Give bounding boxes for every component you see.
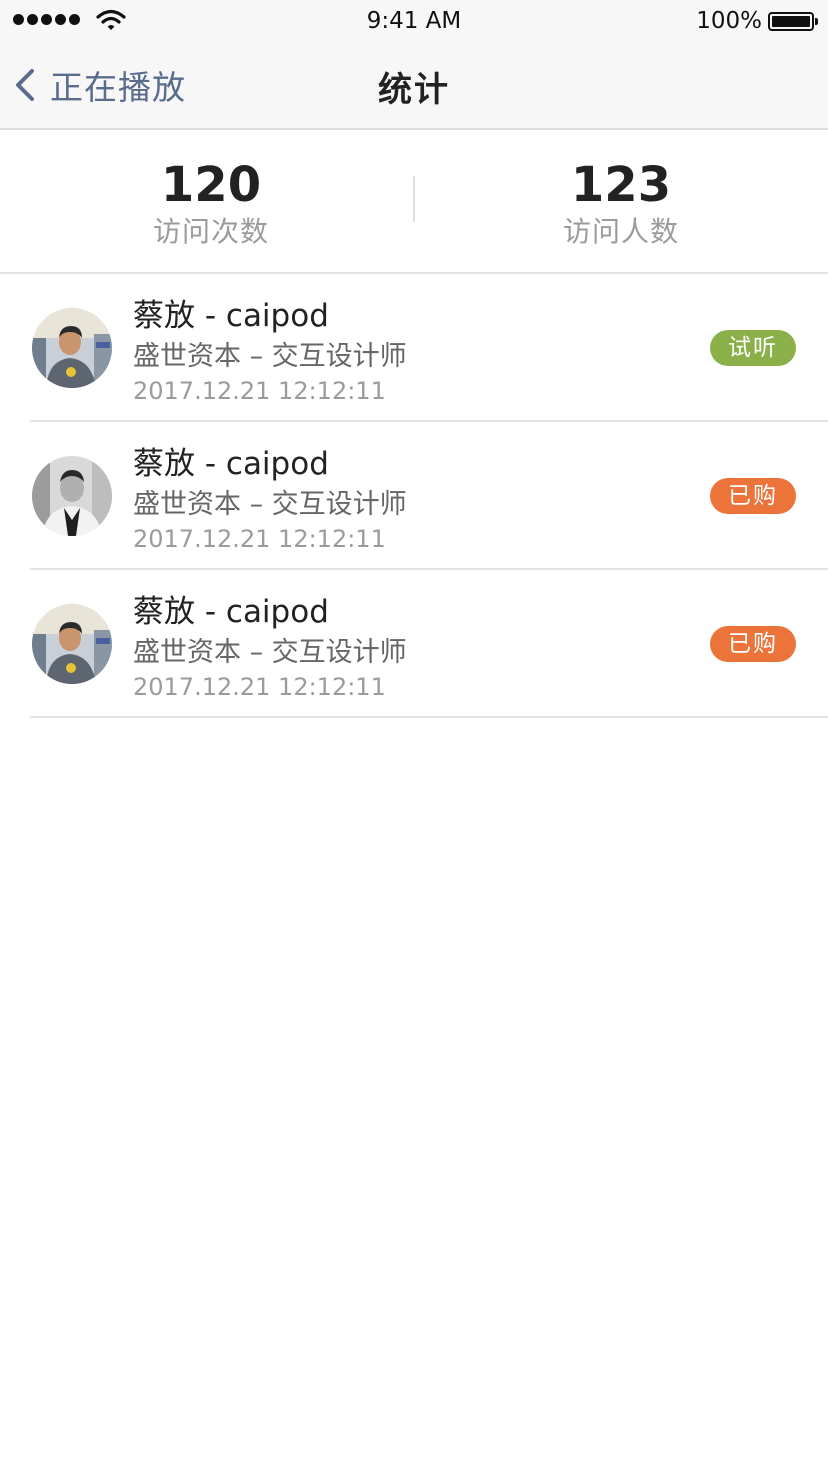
stat-visitor-count: 123 访问人数 (414, 130, 828, 274)
stat-label: 访问次数 (152, 215, 269, 248)
battery-percent: 100% (696, 8, 762, 34)
visitor-company: 盛世资本 – 交互设计师 (133, 341, 407, 372)
avatar (32, 604, 112, 684)
battery-icon (768, 12, 818, 31)
stat-label: 访问人数 (562, 215, 679, 248)
status-badge: 已购 (710, 626, 796, 662)
list-item[interactable]: 蔡放 - caipod 盛世资本 – 交互设计师 2017.12.21 12:1… (0, 422, 828, 570)
stat-visit-count: 120 访问次数 (0, 130, 414, 274)
visitor-company: 盛世资本 – 交互设计师 (133, 489, 407, 520)
visit-time: 2017.12.21 12:12:11 (133, 377, 386, 405)
page-title: 统计 (378, 70, 450, 110)
app-screen: 9:41 AM 100% 正在播放 统计 120 访问次数 123 访问人数 蔡… (0, 0, 828, 1472)
status-badge: 已购 (710, 478, 796, 514)
list-item[interactable]: 蔡放 - caipod 盛世资本 – 交互设计师 2017.12.21 12:1… (0, 570, 828, 718)
avatar (32, 308, 112, 388)
stats-summary: 120 访问次数 123 访问人数 (0, 130, 828, 274)
stat-value: 120 (160, 157, 262, 213)
row-divider (30, 716, 828, 718)
visitor-name: 蔡放 - caipod (133, 446, 329, 482)
status-bar: 9:41 AM 100% (0, 0, 828, 42)
status-badge: 试听 (710, 330, 796, 366)
visit-time: 2017.12.21 12:12:11 (133, 673, 386, 701)
visitor-list: 蔡放 - caipod 盛世资本 – 交互设计师 2017.12.21 12:1… (0, 274, 828, 718)
visitor-company: 盛世资本 – 交互设计师 (133, 637, 407, 668)
visit-time: 2017.12.21 12:12:11 (133, 525, 386, 553)
visitor-name: 蔡放 - caipod (133, 594, 329, 630)
avatar (32, 456, 112, 536)
stat-value: 123 (570, 157, 672, 213)
navigation-bar: 正在播放 统计 (0, 42, 828, 130)
list-item[interactable]: 蔡放 - caipod 盛世资本 – 交互设计师 2017.12.21 12:1… (0, 274, 828, 422)
visitor-name: 蔡放 - caipod (133, 298, 329, 334)
